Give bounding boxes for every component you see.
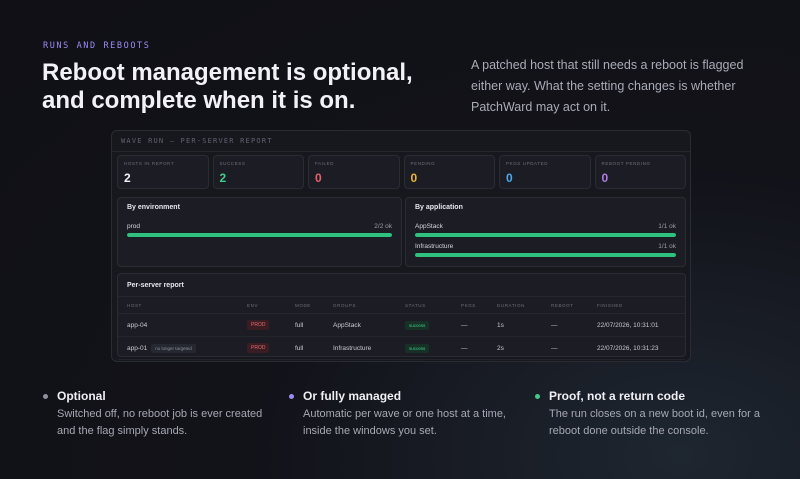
column-header-status[interactable]: STATUS — [405, 296, 461, 314]
progress-fill — [415, 233, 676, 237]
application-value: 1/1 ok — [658, 243, 676, 250]
environment-value: 2/2 ok — [374, 223, 392, 230]
card-title: By application — [415, 204, 463, 211]
stat-value: 2 — [219, 171, 227, 185]
stat-pkgs-updated: PKGS UPDATED 0 — [499, 155, 591, 189]
feature-fully-managed: Or fully managed Automatic per wave or o… — [289, 389, 519, 440]
duration-cell: 1s — [497, 313, 551, 337]
column-header-host[interactable]: HOST — [118, 296, 247, 314]
feature-title: Or fully managed — [303, 389, 402, 403]
progress-fill — [415, 253, 676, 257]
no-longer-targeted-badge: no longer targeted — [151, 343, 196, 353]
headline-line-1: Reboot management is optional, — [42, 59, 413, 86]
panel-title: WAVE RUN — PER-SERVER REPORT — [112, 131, 690, 152]
feature-title: Proof, not a return code — [549, 389, 686, 403]
env-cell: PROD — [247, 336, 295, 360]
status-badge: success — [405, 320, 430, 330]
status-cell: success — [405, 336, 461, 360]
status-cell: success — [405, 313, 461, 337]
bullet-dot-icon — [289, 394, 294, 399]
wave-run-panel: WAVE RUN — PER-SERVER REPORT HOSTS IN RE… — [111, 130, 691, 362]
column-header-env[interactable]: ENV — [247, 296, 295, 314]
column-header-groups[interactable]: GROUPS — [333, 296, 405, 314]
section-eyebrow: RUNS AND REBOOTS — [43, 41, 151, 51]
card-title: By environment — [127, 204, 180, 211]
bullet-dot-icon — [535, 394, 540, 399]
feature-text: Automatic per wave or one host at a time… — [303, 408, 506, 437]
stat-label: HOSTS IN REPORT — [124, 161, 175, 166]
stat-success: SUCCESS 2 — [212, 155, 304, 189]
stat-hosts: HOSTS IN REPORT 2 — [117, 155, 209, 189]
stat-value: 0 — [410, 171, 418, 185]
per-server-report: Per-server report HOST ENV MODE GROUPS S… — [117, 273, 686, 360]
application-value: 1/1 ok — [658, 223, 676, 230]
env-badge: PROD — [247, 343, 270, 353]
column-header-finished[interactable]: FINISHED — [597, 296, 685, 314]
host-name: app-01 — [127, 344, 148, 352]
intro-text: A patched host that still needs a reboot… — [471, 58, 744, 114]
feature-proof: Proof, not a return code The run closes … — [535, 389, 765, 440]
stat-value: 2 — [124, 171, 131, 185]
finished-cell: 22/07/2026, 10:31:01 — [597, 313, 685, 337]
mode-cell: full — [295, 336, 333, 360]
application-name: AppStack — [415, 223, 443, 230]
status-badge: success — [405, 343, 430, 353]
progress-track — [415, 253, 676, 257]
headline-line-2: and complete when it is on. — [42, 87, 356, 114]
stat-label: PENDING — [410, 161, 436, 166]
feature-optional: Optional Switched off, no reboot job is … — [43, 389, 273, 440]
duration-cell: 2s — [497, 336, 551, 360]
by-application-card: By application AppStack 1/1 ok Infrastru… — [405, 197, 686, 267]
host-cell: app-04 — [118, 313, 247, 337]
stat-failed: FAILED 0 — [308, 155, 400, 189]
bullet-dot-icon — [43, 394, 48, 399]
report-title: Per-server report — [127, 282, 184, 289]
pkgs-cell: — — [461, 313, 497, 337]
column-header-duration[interactable]: DURATION — [497, 296, 551, 314]
finished-cell: 22/07/2026, 10:31:23 — [597, 336, 685, 360]
feature-text: Switched off, no reboot job is ever crea… — [57, 408, 263, 437]
mode-cell: full — [295, 313, 333, 337]
column-header-mode[interactable]: MODE — [295, 296, 333, 314]
env-cell: PROD — [247, 313, 295, 337]
table-row[interactable]: app-04 PROD full AppStack success — 1s —… — [118, 313, 685, 337]
column-header-reboot[interactable]: REBOOT — [551, 296, 597, 314]
groups-cell: Infrastructure — [333, 336, 405, 360]
progress-track — [127, 233, 392, 237]
stats-row: HOSTS IN REPORT 2 SUCCESS 2 FAILED 0 PEN… — [117, 155, 686, 189]
stat-label: FAILED — [315, 161, 335, 166]
pkgs-cell: — — [461, 336, 497, 360]
progress-track — [415, 233, 676, 237]
reboot-cell: — — [551, 336, 597, 360]
table-row[interactable]: app-01 no longer targeted PROD full Infra… — [118, 336, 685, 360]
stat-label: REBOOT PENDING — [601, 161, 651, 166]
page-headline: Reboot management is optional, and compl… — [42, 59, 442, 115]
stat-value: 0 — [601, 171, 609, 185]
stat-reboot-pending: REBOOT PENDING 0 — [594, 155, 686, 189]
column-header-pkgs[interactable]: PKGS — [461, 296, 497, 314]
env-badge: PROD — [247, 320, 270, 330]
stat-pending: PENDING 0 — [403, 155, 495, 189]
stat-value: 0 — [315, 171, 322, 185]
stat-label: SUCCESS — [219, 161, 246, 166]
stat-label: PKGS UPDATED — [506, 161, 549, 166]
feature-title: Optional — [57, 389, 106, 403]
feature-text: The run closes on a new boot id, even fo… — [549, 408, 760, 437]
by-environment-card: By environment prod 2/2 ok — [117, 197, 402, 267]
report-table: HOST ENV MODE GROUPS STATUS PKGS DURATIO… — [118, 296, 685, 360]
table-header-row: HOST ENV MODE GROUPS STATUS PKGS DURATIO… — [118, 296, 685, 314]
stat-value: 0 — [506, 171, 513, 185]
application-name: Infrastructure — [415, 243, 454, 250]
environment-name: prod — [127, 223, 141, 230]
host-name: app-04 — [127, 321, 148, 329]
progress-fill — [127, 233, 392, 237]
reboot-cell: — — [551, 313, 597, 337]
host-cell: app-01 no longer targeted — [118, 336, 247, 360]
groups-cell: AppStack — [333, 313, 405, 337]
